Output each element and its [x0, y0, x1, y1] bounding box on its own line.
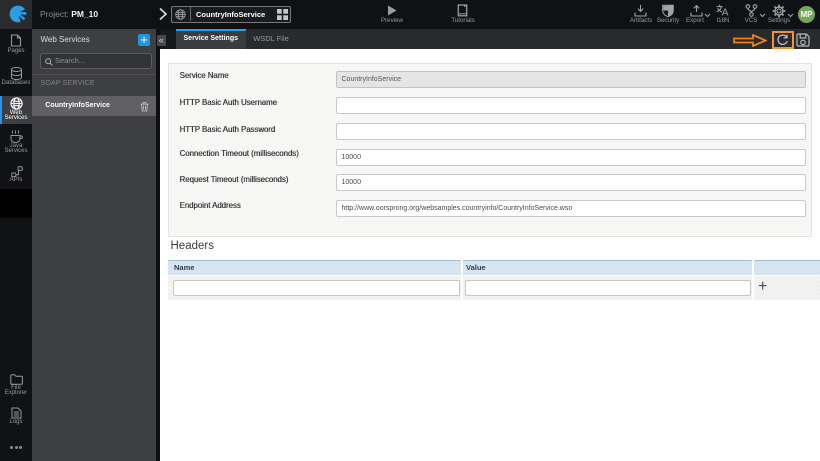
- svg-text:A: A: [722, 8, 729, 17]
